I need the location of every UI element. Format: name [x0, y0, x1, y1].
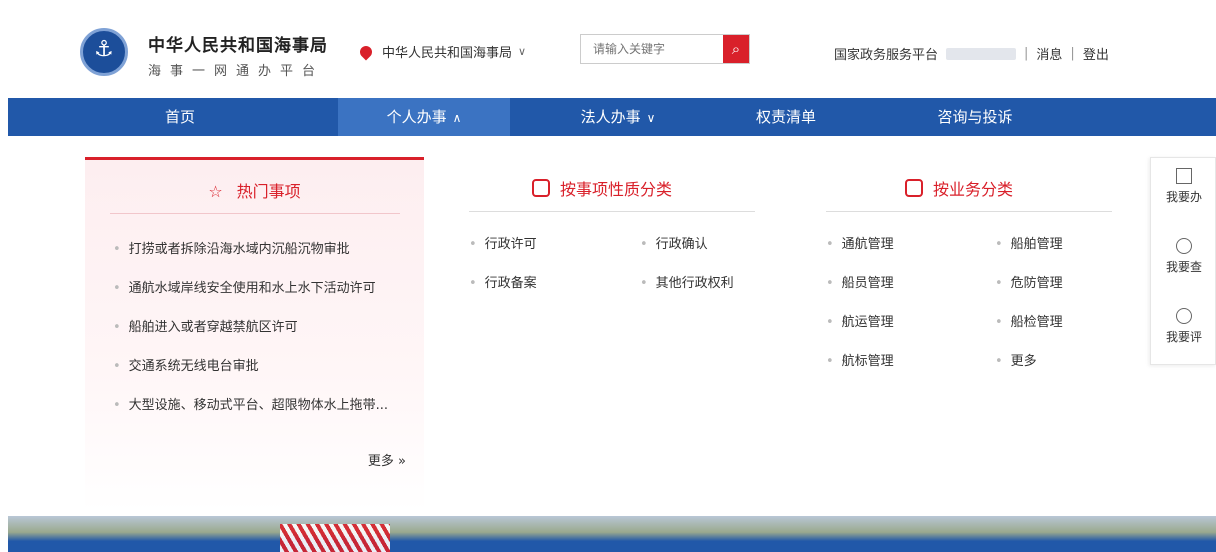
- hot-item[interactable]: 船舶进入或者穿越禁航区许可: [113, 316, 298, 335]
- hot-more-link[interactable]: 更多 »: [368, 450, 406, 469]
- banner-image: [8, 516, 1216, 552]
- location-label: 中华人民共和国海事局: [382, 46, 513, 61]
- hot-item[interactable]: 交通系统无线电台审批: [113, 355, 259, 374]
- nav-corporate[interactable]: 法人办事 ∨: [548, 98, 688, 136]
- search-button[interactable]: ⌕: [723, 35, 749, 63]
- divider: [826, 211, 1112, 212]
- site-title[interactable]: 中华人民共和国海事局: [148, 31, 328, 56]
- sliders-icon: [532, 179, 550, 197]
- search-icon: ⌕: [731, 40, 741, 58]
- by-business-title: 按业务分类: [905, 176, 1013, 200]
- business-item[interactable]: 船员管理: [826, 272, 894, 291]
- logout-link[interactable]: 登出: [1083, 44, 1109, 63]
- nav-home[interactable]: 首页: [120, 98, 240, 136]
- divider: [110, 213, 400, 214]
- business-item[interactable]: 更多: [995, 350, 1037, 369]
- business-item[interactable]: 船舶管理: [995, 233, 1063, 252]
- query-button[interactable]: 我要查: [1151, 238, 1216, 275]
- chevron-up-icon: ∧: [452, 111, 462, 125]
- chevron-down-icon: ∨: [646, 111, 656, 125]
- chevron-down-icon: ∨: [518, 45, 527, 58]
- comment-icon: [1176, 308, 1192, 324]
- main-nav: 首页 个人办事 ∧ 法人办事 ∨ 权责清单 咨询与投诉: [8, 98, 1216, 136]
- search-input[interactable]: [581, 35, 719, 63]
- separator: |: [1070, 46, 1075, 61]
- star-icon: ☆: [208, 182, 223, 201]
- business-item[interactable]: 航运管理: [826, 311, 894, 330]
- nature-item[interactable]: 行政备案: [469, 272, 537, 291]
- separator: |: [1024, 46, 1029, 61]
- business-item[interactable]: 船检管理: [995, 311, 1063, 330]
- banner-stripes: [280, 524, 390, 552]
- hot-items-title: ☆ 热门事项: [208, 182, 301, 201]
- business-item[interactable]: 危防管理: [995, 272, 1063, 291]
- nav-personal[interactable]: 个人办事 ∧: [338, 98, 510, 136]
- nature-item[interactable]: 行政确认: [640, 233, 708, 252]
- username-blurred[interactable]: [946, 47, 1017, 60]
- quick-tools: 我要办 我要查 我要评: [1150, 157, 1216, 365]
- messages-link[interactable]: 消息: [1036, 44, 1062, 63]
- location-selector[interactable]: 中华人民共和国海事局 ∨: [357, 42, 527, 61]
- gov-platform-link[interactable]: 国家政务服务平台: [834, 44, 938, 63]
- search-icon: [1176, 238, 1192, 254]
- search-box: ⌕: [580, 34, 750, 64]
- nav-consult-complaint[interactable]: 咨询与投诉: [910, 98, 1040, 136]
- nature-item[interactable]: 其他行政权利: [640, 272, 734, 291]
- msa-logo-icon[interactable]: [80, 28, 128, 76]
- hot-item[interactable]: 通航水域岸线安全使用和水上水下活动许可: [113, 277, 376, 296]
- business-item[interactable]: 通航管理: [826, 233, 894, 252]
- hot-item[interactable]: 大型设施、移动式平台、超限物体水上拖带...: [113, 394, 388, 413]
- site-header: 中华人民共和国海事局 海事一网通办平台 中华人民共和国海事局 ∨ ⌕ 国家政务服…: [0, 0, 1216, 96]
- by-nature-title: 按事项性质分类: [532, 176, 672, 200]
- grid-icon: [1176, 168, 1192, 184]
- hot-item[interactable]: 打捞或者拆除沿海水域内沉船沉物审批: [113, 238, 350, 257]
- apply-button[interactable]: 我要办: [1151, 168, 1216, 205]
- site-subtitle: 海事一网通办平台: [148, 64, 325, 79]
- top-links: 国家政务服务平台 | 消息 | 登出: [834, 44, 1109, 63]
- hot-items-section: ☆热门事项 打捞或者拆除沿海水域内沉船沉物审批 通航水域岸线安全使用和水上水下活…: [85, 157, 424, 512]
- nature-item[interactable]: 行政许可: [469, 233, 537, 252]
- review-button[interactable]: 我要评: [1151, 308, 1216, 345]
- briefcase-icon: [905, 179, 923, 197]
- location-pin-icon: [357, 43, 375, 60]
- divider: [469, 211, 755, 212]
- business-item[interactable]: 航标管理: [826, 350, 894, 369]
- nav-responsibility-list[interactable]: 权责清单: [736, 98, 836, 136]
